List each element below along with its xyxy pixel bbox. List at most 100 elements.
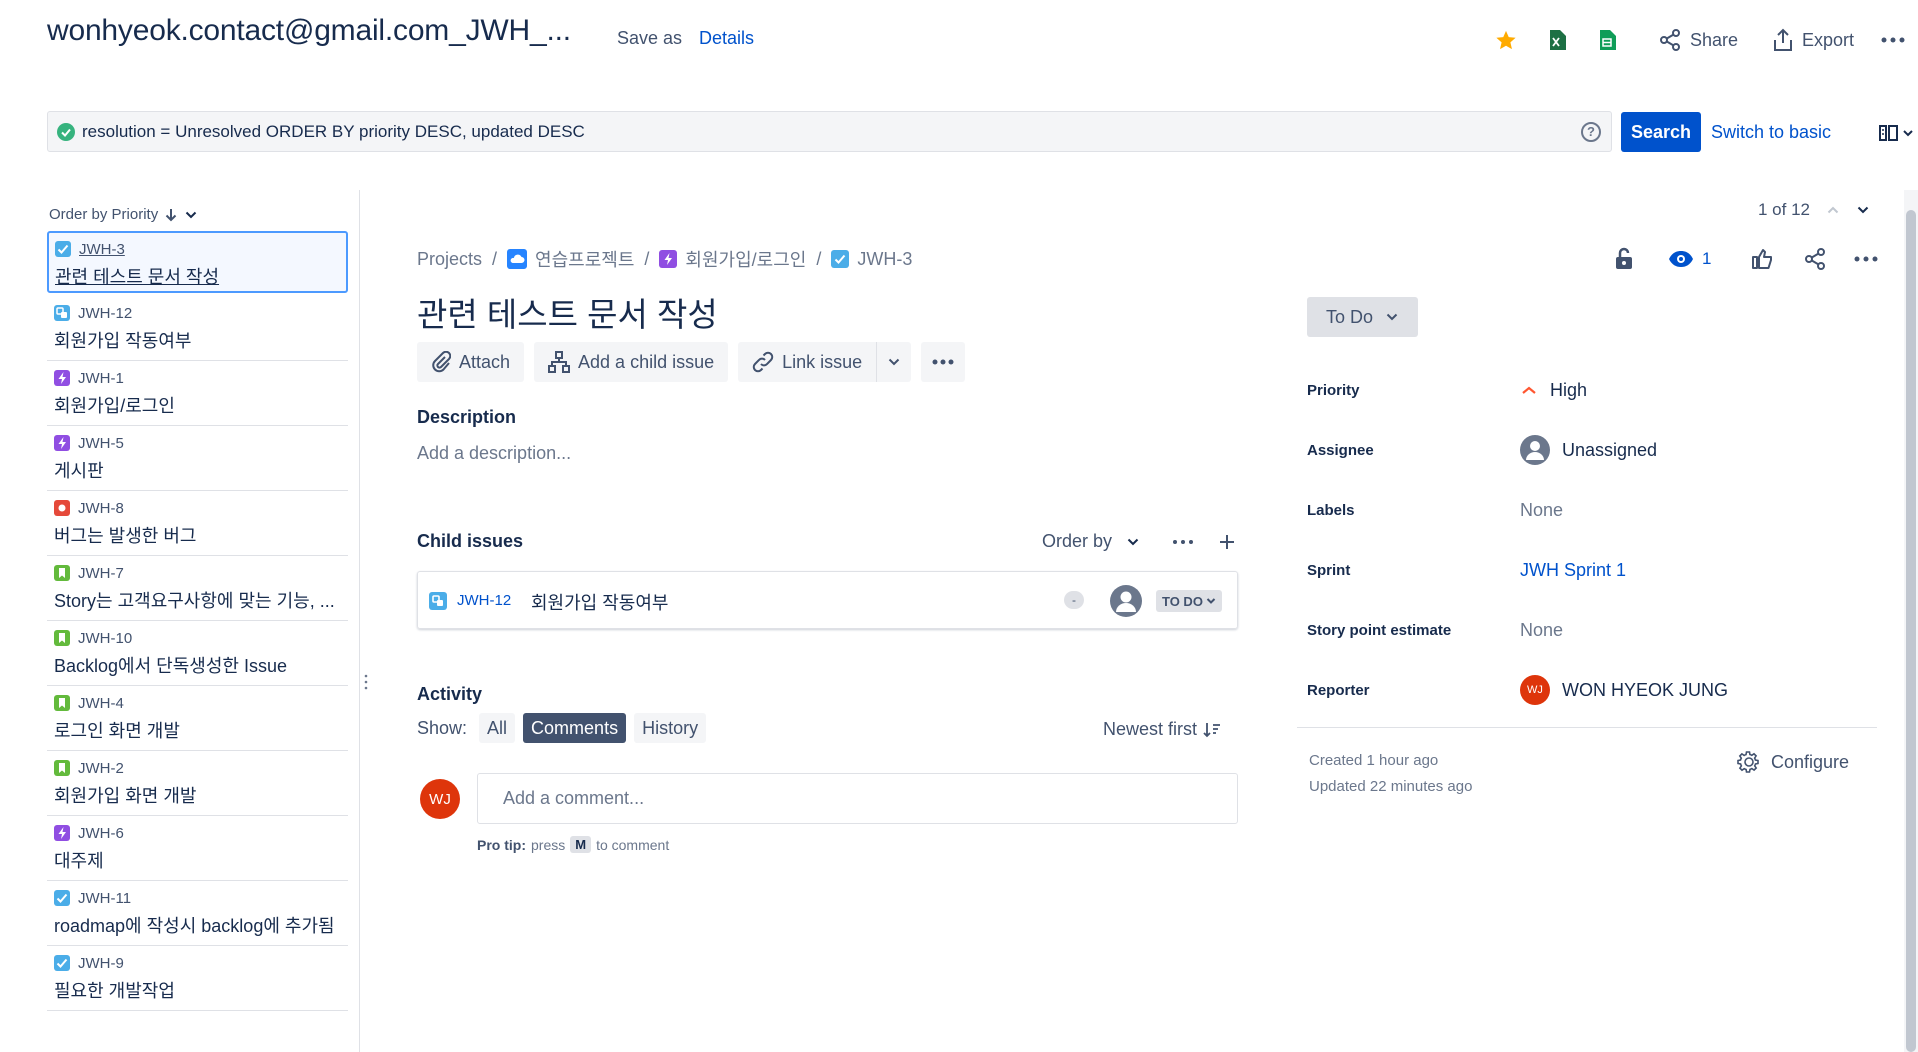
vote-button[interactable] <box>1750 246 1774 272</box>
story-icon <box>54 695 70 711</box>
resize-handle[interactable] <box>364 673 368 691</box>
arrow-down-icon <box>165 208 177 221</box>
issue-list-item[interactable]: JWH-6 대주제 <box>47 816 348 881</box>
help-icon[interactable]: ? <box>1581 122 1601 142</box>
activity-label: Activity <box>417 684 483 704</box>
export-button[interactable]: Export <box>1772 22 1854 58</box>
issue-key: JWH-6 <box>78 824 124 842</box>
child-priority: - <box>1064 591 1084 609</box>
issue-list-item[interactable]: JWH-5 게시판 <box>47 426 348 491</box>
assignee-field[interactable]: Assignee Unassigned <box>1307 432 1887 468</box>
status-dropdown[interactable]: To Do <box>1307 297 1418 337</box>
attach-button[interactable]: Attach <box>417 342 525 382</box>
issue-list-item[interactable]: JWH-11 roadmap에 작성시 backlog에 추가됨 <box>47 881 348 946</box>
scrollbar-thumb[interactable] <box>1906 210 1916 1052</box>
issue-list-item[interactable]: JWH-2 회원가입 화면 개발 <box>47 751 348 816</box>
google-sheets-icon <box>1600 30 1616 50</box>
issue-key: JWH-2 <box>78 759 124 777</box>
issue-more-button[interactable] <box>1853 246 1879 272</box>
plus-icon[interactable] <box>1218 533 1236 551</box>
description-label: Description <box>417 407 517 427</box>
breadcrumb-epic[interactable]: 회원가입/로그인 <box>659 246 806 272</box>
watch-button[interactable]: 1 <box>1668 246 1711 272</box>
child-issue-key[interactable]: JWH-12 <box>457 592 511 609</box>
task-icon <box>831 250 850 268</box>
child-issue-summary[interactable]: 회원가입 작동여부 <box>531 589 668 615</box>
child-order-by-button[interactable]: Order by <box>1042 531 1140 552</box>
description-field[interactable]: Add a description... <box>417 443 571 464</box>
issue-list-item[interactable]: JWH-10 Backlog에서 단독생성한 Issue <box>47 621 348 686</box>
pager-count: 1 of 12 <box>1758 200 1810 219</box>
jql-search-input[interactable]: resolution = Unresolved ORDER BY priorit… <box>47 111 1612 152</box>
breadcrumb-projects[interactable]: Projects <box>417 249 482 270</box>
issue-summary: 회원가입 화면 개발 <box>54 786 197 806</box>
priority-field[interactable]: Priority High <box>1307 372 1887 408</box>
breadcrumb-issue[interactable]: JWH-3 <box>831 249 912 270</box>
header-actions: Share Export <box>1358 22 1918 58</box>
issue-summary: roadmap에 작성시 backlog에 추가됨 <box>54 916 335 936</box>
task-icon <box>54 955 70 971</box>
comment-input[interactable]: Add a comment... <box>477 773 1238 824</box>
issue-key: JWH-9 <box>78 954 124 972</box>
details-button[interactable]: Details <box>699 28 754 49</box>
search-button[interactable]: Search <box>1621 112 1701 152</box>
epic-icon <box>54 825 70 841</box>
link-issue-button[interactable]: Link issue <box>738 342 877 382</box>
share-issue-button[interactable] <box>1803 246 1827 272</box>
reporter-field[interactable]: Reporter WJ WON HYEOK JUNG <box>1307 672 1887 708</box>
more-icon <box>932 359 954 365</box>
sprint-link[interactable]: JWH Sprint 1 <box>1520 560 1626 581</box>
show-label: Show: <box>417 717 468 738</box>
valid-query-icon <box>57 123 75 141</box>
configure-button[interactable]: Configure <box>1737 750 1849 774</box>
link-issue-dropdown[interactable] <box>876 342 912 382</box>
child-status-dropdown[interactable]: TO DO <box>1156 590 1222 612</box>
share-label: Share <box>1690 29 1739 50</box>
issue-list-item[interactable]: JWH-8 버그는 발생한 버그 <box>47 491 348 556</box>
share-icon <box>1805 248 1825 270</box>
more-actions-button[interactable] <box>921 342 966 382</box>
chevron-down-icon[interactable] <box>1856 203 1870 217</box>
view-switcher-button[interactable] <box>1878 123 1918 143</box>
share-button[interactable]: Share <box>1658 22 1738 58</box>
save-as-button[interactable]: Save as <box>617 28 682 49</box>
issue-list-item[interactable]: JWH-7 Story는 고객요구사항에 맞는 기능, ... <box>47 556 348 621</box>
issue-summary: 회원가입/로그인 <box>54 396 175 416</box>
story-points-field[interactable]: Story point estimate None <box>1307 612 1887 648</box>
issue-title[interactable]: 관련 테스트 문서 작성 <box>417 288 718 336</box>
share-icon <box>1660 29 1680 51</box>
more-icon <box>1854 256 1878 262</box>
link-issue-group: Link issue <box>738 342 912 382</box>
show-comments-button[interactable]: Comments <box>523 713 627 743</box>
child-issue-row[interactable]: JWH-12 회원가입 작동여부 - TO DO <box>417 571 1238 629</box>
add-child-issue-button[interactable]: Add a child issue <box>534 342 729 382</box>
issue-summary: Backlog에서 단독생성한 Issue <box>54 656 287 676</box>
breadcrumb-project[interactable]: 연습프로젝트 <box>507 246 634 272</box>
list-view-icon <box>1879 125 1913 141</box>
show-all-button[interactable]: All <box>479 713 516 743</box>
bug-icon <box>54 500 70 516</box>
sprint-field[interactable]: Sprint JWH Sprint 1 <box>1307 552 1887 588</box>
issue-list-item[interactable]: JWH-1 회원가입/로그인 <box>47 361 348 426</box>
issue-list-item[interactable]: JWH-3 관련 테스트 문서 작성 <box>47 231 348 293</box>
restrictions-button[interactable] <box>1614 246 1634 272</box>
switch-to-basic-link[interactable]: Switch to basic <box>1711 122 1831 143</box>
issue-list-item[interactable]: JWH-4 로그인 화면 개발 <box>47 686 348 751</box>
star-button[interactable] <box>1495 22 1517 58</box>
sort-newest-first-button[interactable]: Newest first <box>1103 719 1221 740</box>
export-excel-button[interactable] <box>1548 22 1566 58</box>
more-icon[interactable] <box>1172 538 1194 546</box>
show-history-button[interactable]: History <box>634 713 707 743</box>
unassigned-avatar[interactable] <box>1110 585 1142 617</box>
more-actions-button[interactable] <box>1880 22 1906 58</box>
export-sheets-button[interactable] <box>1598 22 1616 58</box>
issue-list-item[interactable]: JWH-12 회원가입 작동여부 <box>47 296 348 361</box>
order-by-priority-button[interactable]: Order by Priority <box>49 206 198 223</box>
issue-summary: 대주제 <box>54 851 104 871</box>
labels-field[interactable]: Labels None <box>1307 492 1887 528</box>
issue-key: JWH-11 <box>78 889 132 907</box>
issue-key: JWH-7 <box>78 564 124 582</box>
chevron-up-icon[interactable] <box>1826 203 1840 217</box>
eye-icon <box>1669 251 1693 267</box>
issue-list-item[interactable]: JWH-9 필요한 개발작업 <box>47 946 348 1011</box>
